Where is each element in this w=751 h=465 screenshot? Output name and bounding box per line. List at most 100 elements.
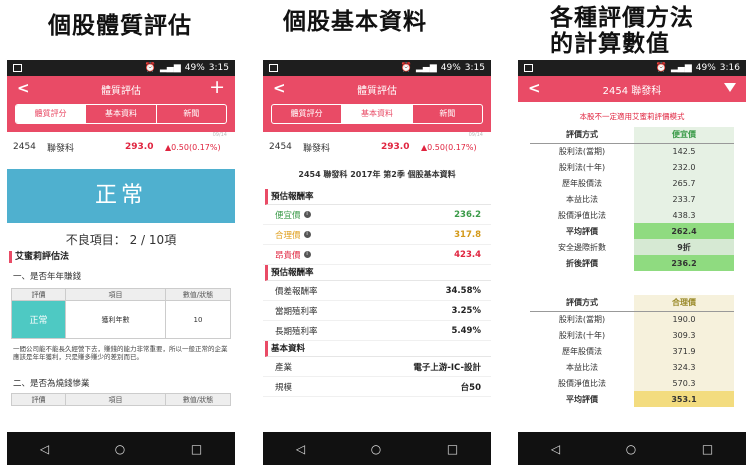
tab-health-score[interactable]: 體質評分 xyxy=(272,105,343,123)
battery-text: 49% xyxy=(695,63,716,73)
avg-label: 平均評價 xyxy=(566,226,598,236)
stock-quote: 2454 聯發科 293.0 ▲0.50(0.17%) xyxy=(7,139,235,155)
caption-valuation-2: 的計算數值 xyxy=(550,31,670,57)
nav-recent-icon[interactable]: □ xyxy=(702,442,713,456)
section-expected-return: 預估報酬率 xyxy=(265,189,491,205)
nav-back-icon[interactable]: ◁ xyxy=(551,442,560,456)
expensive-label: 昂貴價 xyxy=(275,250,301,261)
android-nav-bar: ◁ ○ □ xyxy=(263,432,491,465)
status-bar: ⏰ ▂▄▆ 49% 3:15 xyxy=(263,60,491,76)
col-header: 項目 xyxy=(65,393,166,406)
section-return-rates: 預估報酬率 xyxy=(265,265,491,281)
signal-icon: ▂▄▆ xyxy=(160,63,181,73)
return-label: 當期殖利率 xyxy=(275,306,318,317)
method-cell: 股價淨值比法 xyxy=(558,210,606,220)
android-nav-bar: ◁ ○ □ xyxy=(518,432,746,465)
price-row-fair: 合理價 i 317.8 xyxy=(263,225,491,245)
caption-valuation-1: 各種評價方法 xyxy=(550,5,694,31)
value-header: 合理價 xyxy=(634,295,734,312)
method-cell: 股價淨值比法 xyxy=(558,378,606,388)
method-cell: 本益比法 xyxy=(566,194,598,204)
screen-title: 體質評估 xyxy=(357,85,397,97)
method-cell: 股利法(當期) xyxy=(558,146,606,156)
basic-row: 產業 電子上游-IC-設計 xyxy=(263,357,491,377)
tab-basic-info[interactable]: 基本資料 xyxy=(86,105,157,123)
tab-news[interactable]: 新聞 xyxy=(157,105,226,123)
timestamp: 09/14 xyxy=(212,132,227,138)
description-paragraph: 一間公司能不能長久經營下去，賺錢的能力非常重要，所以一般正常的企業應該是年年獲利… xyxy=(13,345,228,361)
nav-home-icon[interactable]: ○ xyxy=(371,442,381,456)
stock-code: 2454 xyxy=(13,142,36,152)
return-row: 當期殖利率 3.25% xyxy=(263,301,491,321)
col-header: 評價 xyxy=(11,288,66,301)
nav-home-icon[interactable]: ○ xyxy=(115,442,125,456)
nav-recent-icon[interactable]: □ xyxy=(191,442,202,456)
image-icon xyxy=(269,64,278,72)
info-icon[interactable]: i xyxy=(303,211,311,218)
value-cell: 190.0 xyxy=(634,311,734,327)
image-icon xyxy=(524,64,533,72)
battery-text: 49% xyxy=(184,63,205,73)
method-cell: 股利法(十年) xyxy=(558,162,606,172)
add-icon[interactable]: + xyxy=(209,76,225,98)
battery-text: 49% xyxy=(440,63,461,73)
basic-row: 規模 台50 xyxy=(263,377,491,397)
signal-icon: ▂▄▆ xyxy=(671,63,692,73)
back-icon[interactable]: < xyxy=(273,79,286,97)
tab-news[interactable]: 新聞 xyxy=(413,105,482,123)
return-value: 3.25% xyxy=(451,305,482,316)
status-bar: ⏰ ▂▄▆ 49% 3:16 xyxy=(518,60,746,76)
final-label: 折後評價 xyxy=(566,258,598,268)
app-header: < 體質評估 + xyxy=(7,76,235,102)
back-icon[interactable]: < xyxy=(528,79,541,97)
applicability-note: 本股不一定適用艾蜜莉評價模式 xyxy=(579,112,685,121)
value-cell: 371.9 xyxy=(634,343,734,359)
phone-valuation-screen: ⏰ ▂▄▆ 49% 3:16 < 2454 聯發科 本股不一定適用艾蜜莉評價模式… xyxy=(518,60,746,465)
stock-name: 聯發科 xyxy=(47,143,75,154)
discount-value: 9折 xyxy=(634,239,734,255)
phone-health-screen: ⏰ ▂▄▆ 49% 3:15 < 體質評估 + 體質評分 基本資料 新聞 09/… xyxy=(7,60,235,465)
tab-health-score[interactable]: 體質評分 xyxy=(16,105,87,123)
clock: 3:15 xyxy=(464,63,485,73)
caption-basic: 個股基本資料 xyxy=(283,9,427,35)
nav-home-icon[interactable]: ○ xyxy=(626,442,636,456)
stock-price: 293.0 xyxy=(381,142,410,152)
method-header: 評價方式 xyxy=(530,295,634,312)
value-header: 便宜價 xyxy=(634,127,734,144)
tab-basic-info[interactable]: 基本資料 xyxy=(342,105,413,123)
section-basic-data: 基本資料 xyxy=(265,341,491,357)
caption-health: 個股體質評估 xyxy=(48,13,192,39)
basic-label: 產業 xyxy=(275,362,293,373)
basic-value: 台50 xyxy=(460,382,481,393)
avg-value: 353.1 xyxy=(634,391,734,407)
return-label: 價差報酬率 xyxy=(275,286,318,297)
image-icon xyxy=(13,64,22,72)
question-1: 一、是否年年賺錢 xyxy=(13,272,82,282)
item-cell: 獲利年數 xyxy=(65,300,166,339)
value-cell: 438.3 xyxy=(634,207,734,223)
col-header: 數值/狀態 xyxy=(165,393,231,406)
nav-back-icon[interactable]: ◁ xyxy=(40,442,49,456)
filter-icon[interactable] xyxy=(724,83,736,92)
screen-title: 2454 聯發科 xyxy=(602,85,662,97)
basic-value: 電子上游-IC-設計 xyxy=(413,362,481,373)
method-cell: 本益比法 xyxy=(566,362,598,372)
info-icon[interactable]: i xyxy=(303,231,311,238)
col-header: 項目 xyxy=(65,288,166,301)
phone-basic-screen: ⏰ ▂▄▆ 49% 3:15 < 體質評估 體質評分 基本資料 新聞 09/14… xyxy=(263,60,491,465)
nav-recent-icon[interactable]: □ xyxy=(447,442,458,456)
valuation-table-fair: 評價方式 合理價 股利法(當期) 190.0 股利法(十年) 309.3 歷年股價法… xyxy=(530,295,734,407)
basic-label: 規模 xyxy=(275,382,293,393)
avg-label: 平均評價 xyxy=(566,394,598,404)
app-header: < 2454 聯發科 xyxy=(518,76,746,102)
value-cell: 142.5 xyxy=(634,143,734,159)
final-value: 236.2 xyxy=(634,255,734,271)
section-heading: 艾蜜莉評估法 xyxy=(9,251,235,263)
back-icon[interactable]: < xyxy=(17,79,30,97)
basic-info-heading: 2454 聯發科 2017年 第2季 個股基本資料 xyxy=(298,170,456,179)
info-icon[interactable]: i xyxy=(303,251,311,258)
clock: 3:15 xyxy=(208,63,229,73)
nav-back-icon[interactable]: ◁ xyxy=(296,442,305,456)
stock-name: 聯發科 xyxy=(303,143,331,154)
avg-value: 262.4 xyxy=(634,223,734,239)
